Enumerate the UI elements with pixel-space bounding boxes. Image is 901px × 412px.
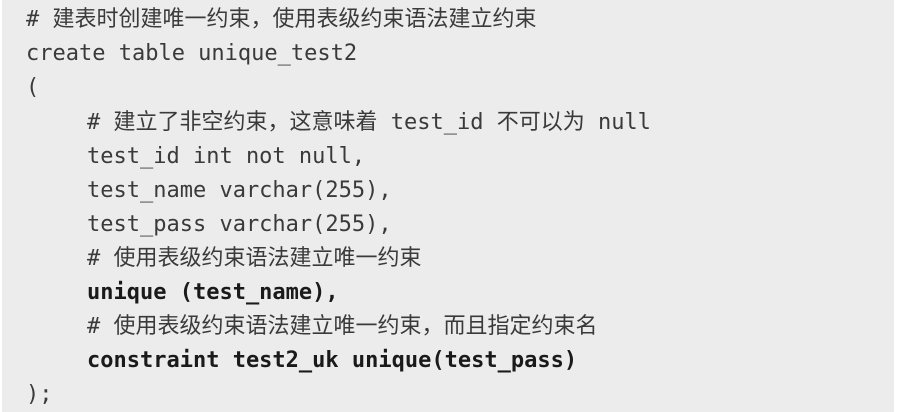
code-comment-line: # 使用表级约束语法建立唯一约束 [87,246,422,271]
code-line: ( [26,75,40,100]
code-line: ); [26,382,53,407]
code-comment-line: # 使用表级约束语法建立唯一约束，而且指定约束名 [87,314,598,339]
code-line: create table unique_test2 [26,41,358,66]
code-block: # 建表时创建唯一约束，使用表级约束语法建立约束 create table un… [2,0,894,412]
code-line: test_id int not null, [87,144,366,169]
code-line-bold: constraint test2_uk unique(test_pass) [87,348,578,373]
code-line: test_name varchar(255), [87,178,392,203]
code-line: test_pass varchar(255), [87,212,392,237]
code-line-bold: unique (test_name), [87,280,339,305]
code-comment-line: # 建表时创建唯一约束，使用表级约束语法建立约束 [26,7,537,32]
code-comment-line: # 建立了非空约束，这意味着 test_id 不可以为 null [87,110,651,135]
